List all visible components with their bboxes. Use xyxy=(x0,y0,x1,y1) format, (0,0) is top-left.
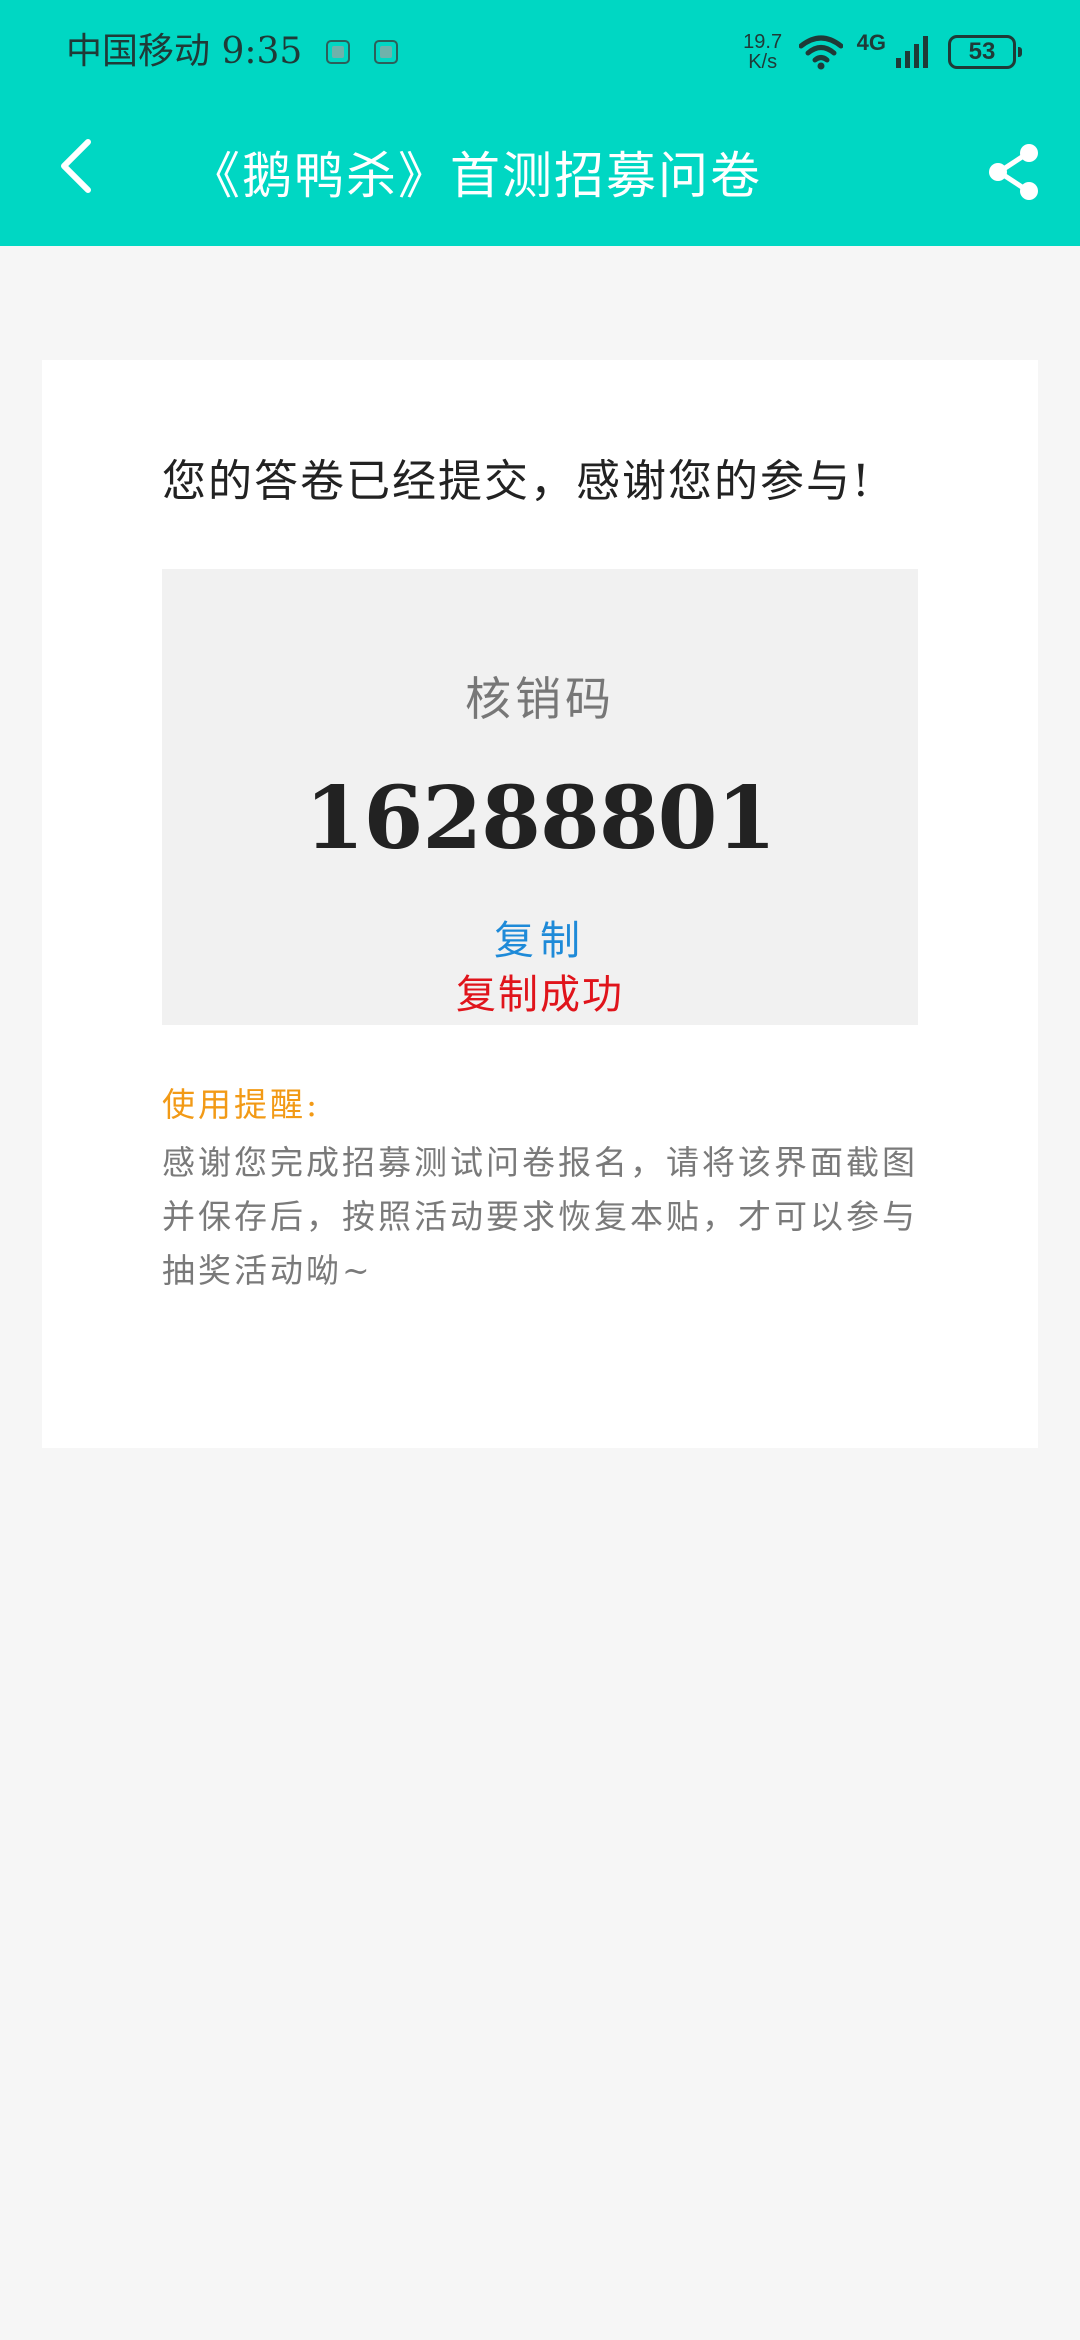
tips-title: 使用提醒: xyxy=(162,1085,321,1124)
wifi-icon xyxy=(798,35,843,70)
net-speed: 19.7 K/s xyxy=(741,32,785,72)
tips-body: 感谢您完成招募测试问卷报名，请将该界面截图并保存后，按照活动要求恢复本贴，才可以… xyxy=(162,1143,918,1290)
net-speed-unit: K/s xyxy=(748,51,778,73)
back-button[interactable] xyxy=(44,134,108,198)
notification-icon xyxy=(374,40,399,64)
share-button[interactable] xyxy=(982,140,1046,204)
signal-icon xyxy=(896,36,928,68)
redeem-code-box: 核销码 16288801 复制 复制成功 xyxy=(162,569,918,1025)
copy-button[interactable]: 复制 xyxy=(162,915,918,967)
page-title: 《鹅鸭杀》首测招募问卷 xyxy=(190,147,762,205)
copy-success-text: 复制成功 xyxy=(456,972,624,1018)
status-right: 19.7 K/s 4G 53 xyxy=(741,28,1022,76)
top-bar: 中国移动 9:35 19.7 K/s 4G 53 《鹅鸭杀》首测招募问卷 xyxy=(0,0,1080,246)
battery-level: 53 xyxy=(968,38,996,65)
carrier-time: 中国移动 9:35 xyxy=(66,31,303,72)
submitted-message: 您的答卷已经提交，感谢您的参与! xyxy=(162,456,872,507)
chevron-left-icon xyxy=(61,139,91,193)
battery-icon: 53 xyxy=(948,35,1022,69)
redeem-code-value: 16288801 xyxy=(304,768,777,869)
network-type: 4G xyxy=(856,30,886,55)
redeem-code-label: 核销码 xyxy=(465,672,615,726)
status-bar: 中国移动 9:35 19.7 K/s 4G 53 xyxy=(0,0,1080,104)
notification-icon xyxy=(326,40,351,64)
share-icon xyxy=(989,144,1038,200)
app-bar: 《鹅鸭杀》首测招募问卷 xyxy=(0,104,1080,246)
status-left: 中国移动 9:35 xyxy=(66,28,399,76)
net-speed-value: 19.7 xyxy=(743,31,783,53)
result-card: 您的答卷已经提交，感谢您的参与! 核销码 16288801 复制 复制成功 使用… xyxy=(42,360,1038,1448)
